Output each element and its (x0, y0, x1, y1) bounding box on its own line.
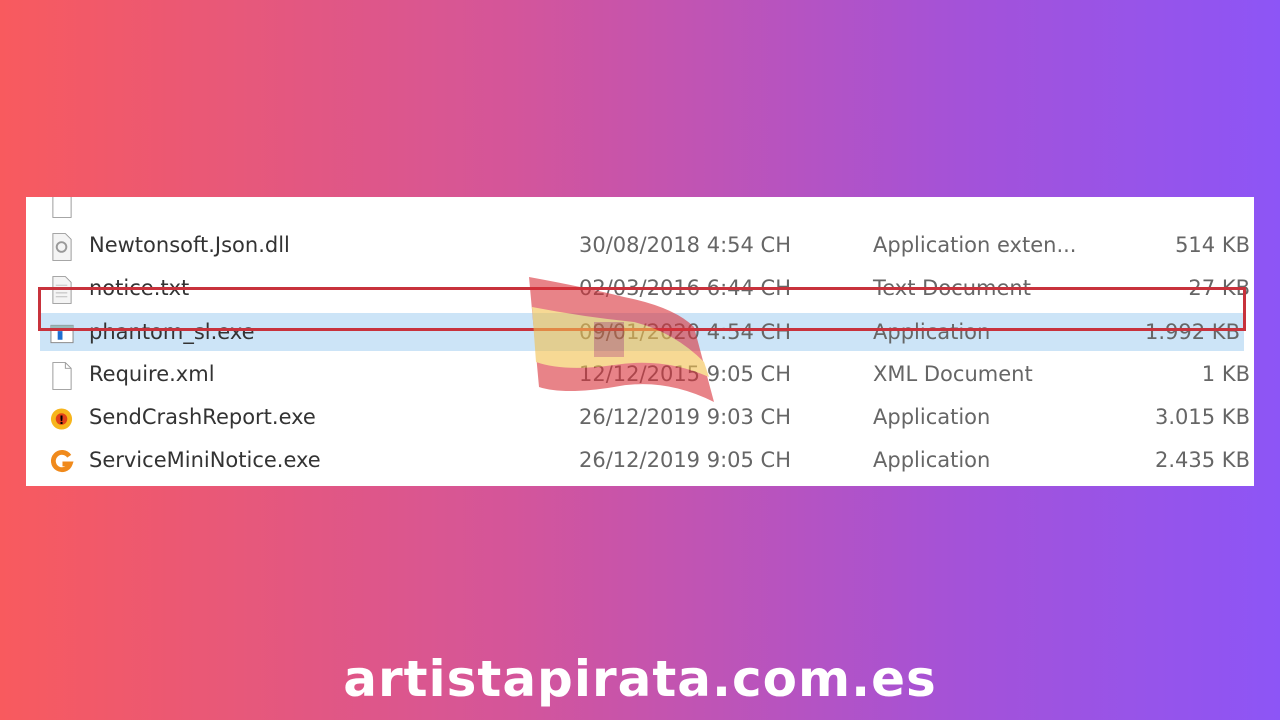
g-logo-app-icon (50, 450, 74, 473)
file-row[interactable]: Newtonsoft.Json.dll 30/08/2018 4:54 CH A… (26, 226, 1254, 269)
crash-report-icon: ! (50, 408, 73, 430)
file-size: 1 KB (1201, 362, 1250, 386)
file-row[interactable]: ! SendCrashReport.exe 26/12/2019 9:03 CH… (26, 398, 1254, 441)
file-type: Application (873, 405, 991, 429)
file-row[interactable]: statistics.xml 26/12/2019 2:42 SA XML Do… (26, 484, 1254, 486)
file-type: Application exten... (873, 233, 1077, 257)
svg-text:!: ! (59, 413, 64, 427)
file-date: 26/12/2019 9:05 CH (579, 448, 791, 472)
file-name: SendCrashReport.exe (89, 405, 316, 429)
file-row[interactable] (26, 197, 1254, 226)
file-type: XML Document (873, 362, 1033, 386)
file-row[interactable]: ServiceMiniNotice.exe 26/12/2019 9:05 CH… (26, 441, 1254, 484)
file-date: 26/12/2019 9:03 CH (579, 405, 791, 429)
file-name: Newtonsoft.Json.dll (89, 233, 290, 257)
file-size: 2.435 KB (1155, 448, 1250, 472)
file-name: ServiceMiniNotice.exe (89, 448, 321, 472)
file-icon (52, 197, 72, 218)
spain-flag-icon (529, 277, 714, 402)
file-size: 3.015 KB (1155, 405, 1250, 429)
file-type: Application (873, 448, 991, 472)
file-date: 30/08/2018 4:54 CH (579, 233, 791, 257)
file-name: Require.xml (89, 362, 215, 386)
file-list: Newtonsoft.Json.dll 30/08/2018 4:54 CH A… (26, 197, 1254, 486)
xml-file-icon (52, 362, 72, 390)
dll-file-icon (52, 233, 72, 261)
site-watermark: artistapirata.com.es (343, 650, 937, 708)
file-size: 514 KB (1175, 233, 1250, 257)
